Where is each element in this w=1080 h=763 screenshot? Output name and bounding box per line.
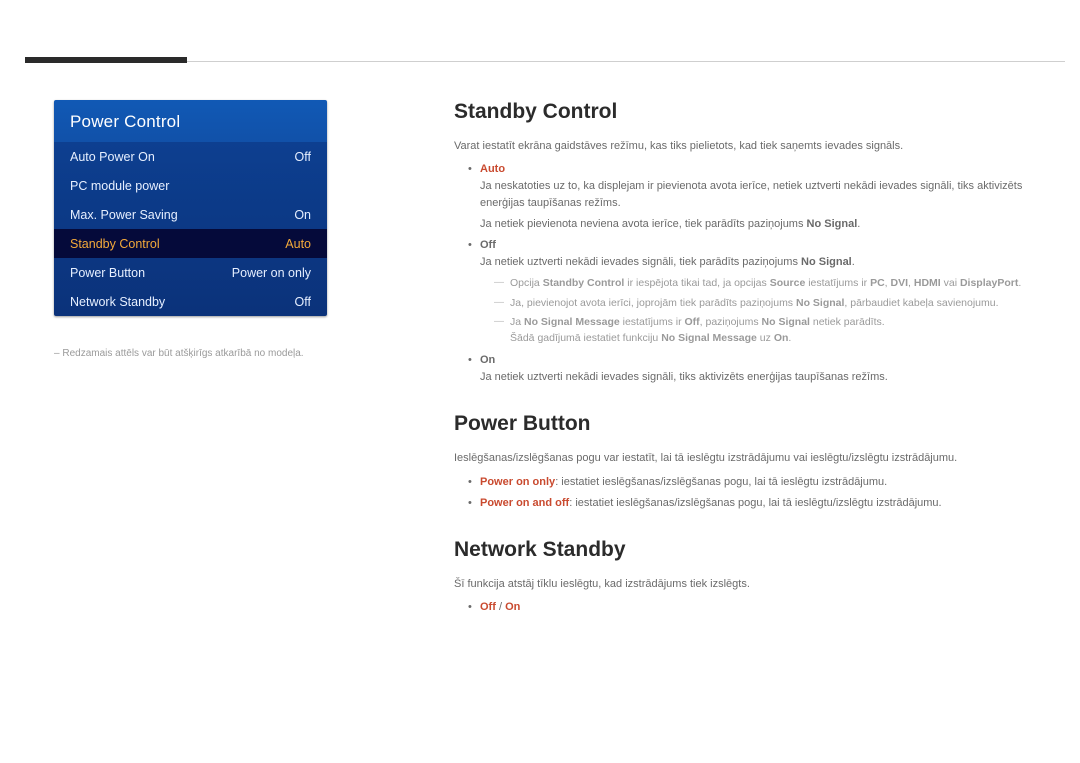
list-item: Off / On bbox=[480, 599, 1052, 616]
menu-value: Power on only bbox=[232, 266, 311, 280]
menu-label: Network Standby bbox=[70, 295, 165, 309]
menu-value: Auto bbox=[285, 237, 311, 251]
heading: Standby Control bbox=[454, 100, 1052, 124]
note-item: Ja No Signal Message iestatījums ir Off,… bbox=[498, 314, 1052, 347]
menu-value: On bbox=[294, 208, 311, 222]
list-item: Auto Ja neskatoties uz to, ka displejam … bbox=[480, 161, 1052, 233]
section-standby-control: Standby Control Varat iestatīt ekrāna ga… bbox=[454, 100, 1052, 386]
menu-title: Power Control bbox=[54, 100, 327, 142]
paragraph: Šī funkcija atstāj tīklu ieslēgtu, kad i… bbox=[454, 576, 1052, 593]
menu-label: Max. Power Saving bbox=[70, 208, 178, 222]
list-item: Power on and off: iestatiet ieslēgšanas/… bbox=[480, 495, 1052, 512]
heading: Power Button bbox=[454, 412, 1052, 436]
menu-label: Standby Control bbox=[70, 237, 160, 251]
content-column: Standby Control Varat iestatīt ekrāna ga… bbox=[454, 100, 1052, 622]
menu-body: Auto Power On Off PC module power Max. P… bbox=[54, 142, 327, 316]
list-item: Power on only: iestatiet ieslēgšanas/izs… bbox=[480, 474, 1052, 491]
menu-label: Auto Power On bbox=[70, 150, 155, 164]
list-item: Off Ja netiek uztverti nekādi ievades si… bbox=[480, 237, 1052, 346]
menu-row-standby-control[interactable]: Standby Control Auto bbox=[54, 229, 327, 258]
menu-value: Off bbox=[295, 295, 311, 309]
menu-row-auto-power-on[interactable]: Auto Power On Off bbox=[54, 142, 327, 171]
menu-row-network-standby[interactable]: Network Standby Off bbox=[54, 287, 327, 316]
image-caption: Redzamais attēls var būt atšķirīgs atkar… bbox=[54, 348, 304, 359]
paragraph: Ja netiek pievienota neviena avota ierīc… bbox=[480, 216, 1052, 233]
option-name: Off bbox=[480, 239, 496, 251]
heading: Network Standby bbox=[454, 538, 1052, 562]
section-power-button: Power Button Ieslēgšanas/izslēgšanas pog… bbox=[454, 412, 1052, 511]
menu-row-power-button[interactable]: Power Button Power on only bbox=[54, 258, 327, 287]
option-name: Power on and off bbox=[480, 497, 569, 509]
paragraph: Ja neskatoties uz to, ka displejam ir pi… bbox=[480, 178, 1052, 212]
paragraph: Ja netiek uztverti nekādi ievades signāl… bbox=[480, 254, 1052, 271]
menu-row-max-power-saving[interactable]: Max. Power Saving On bbox=[54, 200, 327, 229]
menu-row-pc-module-power[interactable]: PC module power bbox=[54, 171, 327, 200]
menu-label: Power Button bbox=[70, 266, 145, 280]
paragraph: Varat iestatīt ekrāna gaidstāves režīmu,… bbox=[454, 138, 1052, 155]
option-name: Off bbox=[480, 601, 496, 613]
note-item: Ja, pievienojot avota ierīci, joprojām t… bbox=[498, 295, 1052, 311]
option-name: Auto bbox=[480, 163, 505, 175]
paragraph: Ieslēgšanas/izslēgšanas pogu var iestatī… bbox=[454, 450, 1052, 467]
note-item: Opcija Standby Control ir iespējota tika… bbox=[498, 275, 1052, 291]
paragraph: Ja netiek uztverti nekādi ievades signāl… bbox=[480, 369, 1052, 386]
menu-label: PC module power bbox=[70, 179, 169, 193]
menu-panel: Power Control Auto Power On Off PC modul… bbox=[54, 100, 327, 316]
list-item: On Ja netiek uztverti nekādi ievades sig… bbox=[480, 352, 1052, 386]
horizontal-rule-accent bbox=[25, 57, 187, 63]
menu-value: Off bbox=[295, 150, 311, 164]
option-name: Power on only bbox=[480, 476, 555, 488]
option-name: On bbox=[505, 601, 520, 613]
section-network-standby: Network Standby Šī funkcija atstāj tīklu… bbox=[454, 538, 1052, 616]
option-name: On bbox=[480, 354, 495, 366]
